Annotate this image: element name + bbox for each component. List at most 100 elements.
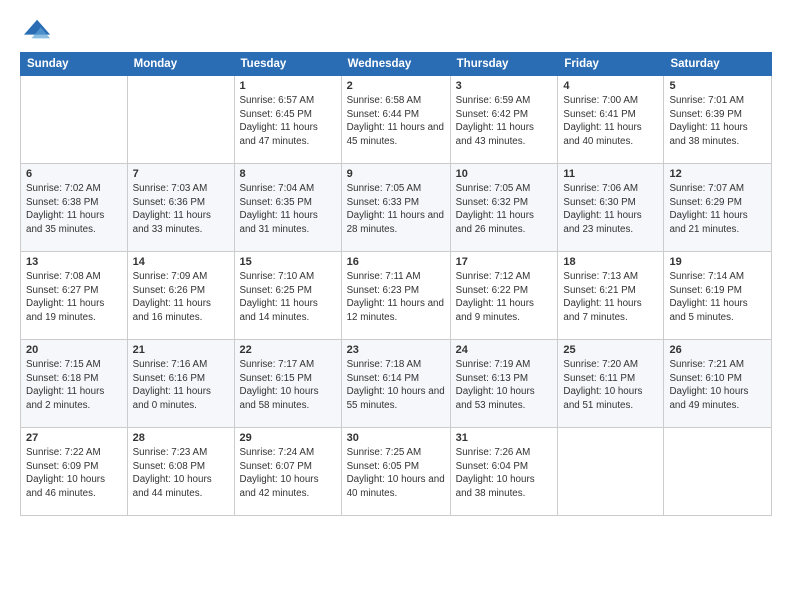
week-row-4: 20Sunrise: 7:15 AMSunset: 6:18 PMDayligh… (21, 340, 772, 428)
day-info: Sunrise: 7:02 AMSunset: 6:38 PMDaylight:… (26, 182, 122, 237)
day-cell: 19 Sunrise: 7:14 AMSunset: 6:19 PMDayligh… (664, 252, 772, 340)
day-cell: 25Sunrise: 7:20 AMSunset: 6:11 PMDayligh… (558, 340, 664, 428)
day-number: 8 (240, 168, 336, 180)
page: SundayMondayTuesdayWednesdayThursdayFrid… (0, 0, 792, 612)
weekday-header-thursday: Thursday (450, 53, 558, 76)
day-cell: 6 Sunrise: 7:02 AMSunset: 6:38 PMDaylight… (21, 164, 128, 252)
day-cell (21, 76, 128, 164)
day-number: 22 (240, 344, 336, 356)
day-cell (127, 76, 234, 164)
week-row-3: 13 Sunrise: 7:08 AMSunset: 6:27 PMDayligh… (21, 252, 772, 340)
day-number: 24 (456, 344, 553, 356)
day-info: Sunrise: 7:10 AMSunset: 6:25 PMDaylight:… (240, 270, 336, 325)
day-info: Sunrise: 6:59 AMSunset: 6:42 PMDaylight:… (456, 94, 553, 149)
day-number: 14 (133, 256, 229, 268)
day-cell: 14 Sunrise: 7:09 AMSunset: 6:26 PMDayligh… (127, 252, 234, 340)
day-cell: 29Sunrise: 7:24 AMSunset: 6:07 PMDayligh… (234, 428, 341, 516)
day-cell: 18 Sunrise: 7:13 AMSunset: 6:21 PMDayligh… (558, 252, 664, 340)
day-number: 4 (563, 80, 658, 92)
day-number: 21 (133, 344, 229, 356)
day-cell: 20Sunrise: 7:15 AMSunset: 6:18 PMDayligh… (21, 340, 128, 428)
day-cell: 9 Sunrise: 7:05 AMSunset: 6:33 PMDaylight… (341, 164, 450, 252)
day-info: Sunrise: 7:23 AMSunset: 6:08 PMDaylight:… (133, 446, 229, 501)
day-info: Sunrise: 7:16 AMSunset: 6:16 PMDaylight:… (133, 358, 229, 413)
week-row-1: 1 Sunrise: 6:57 AMSunset: 6:45 PMDaylight… (21, 76, 772, 164)
weekday-header-tuesday: Tuesday (234, 53, 341, 76)
day-info: Sunrise: 7:03 AMSunset: 6:36 PMDaylight:… (133, 182, 229, 237)
day-cell: 7 Sunrise: 7:03 AMSunset: 6:36 PMDaylight… (127, 164, 234, 252)
weekday-header-row: SundayMondayTuesdayWednesdayThursdayFrid… (21, 53, 772, 76)
day-number: 19 (669, 256, 766, 268)
day-cell: 12 Sunrise: 7:07 AMSunset: 6:29 PMDayligh… (664, 164, 772, 252)
logo-icon (24, 16, 52, 44)
day-info: Sunrise: 7:01 AMSunset: 6:39 PMDaylight:… (669, 94, 766, 149)
day-info: Sunrise: 7:09 AMSunset: 6:26 PMDaylight:… (133, 270, 229, 325)
day-info: Sunrise: 7:19 AMSunset: 6:13 PMDaylight:… (456, 358, 553, 413)
day-info: Sunrise: 7:18 AMSunset: 6:14 PMDaylight:… (347, 358, 445, 413)
day-number: 11 (563, 168, 658, 180)
day-number: 15 (240, 256, 336, 268)
weekday-header-friday: Friday (558, 53, 664, 76)
day-number: 5 (669, 80, 766, 92)
day-info: Sunrise: 7:05 AMSunset: 6:32 PMDaylight:… (456, 182, 553, 237)
day-info: Sunrise: 7:25 AMSunset: 6:05 PMDaylight:… (347, 446, 445, 501)
day-number: 28 (133, 432, 229, 444)
logo (20, 16, 52, 44)
day-info: Sunrise: 7:22 AMSunset: 6:09 PMDaylight:… (26, 446, 122, 501)
week-row-2: 6 Sunrise: 7:02 AMSunset: 6:38 PMDaylight… (21, 164, 772, 252)
day-cell: 22 Sunrise: 7:17 AMSunset: 6:15 PMDayligh… (234, 340, 341, 428)
day-number: 29 (240, 432, 336, 444)
header (20, 16, 772, 44)
day-cell: 31 Sunrise: 7:26 AMSunset: 6:04 PMDayligh… (450, 428, 558, 516)
day-cell: 10Sunrise: 7:05 AMSunset: 6:32 PMDayligh… (450, 164, 558, 252)
day-cell: 11 Sunrise: 7:06 AMSunset: 6:30 PMDayligh… (558, 164, 664, 252)
day-cell: 28 Sunrise: 7:23 AMSunset: 6:08 PMDayligh… (127, 428, 234, 516)
day-number: 31 (456, 432, 553, 444)
day-number: 17 (456, 256, 553, 268)
day-info: Sunrise: 6:58 AMSunset: 6:44 PMDaylight:… (347, 94, 445, 149)
day-cell: 16Sunrise: 7:11 AMSunset: 6:23 PMDayligh… (341, 252, 450, 340)
day-number: 7 (133, 168, 229, 180)
day-info: Sunrise: 6:57 AMSunset: 6:45 PMDaylight:… (240, 94, 336, 149)
day-number: 6 (26, 168, 122, 180)
day-cell: 21 Sunrise: 7:16 AMSunset: 6:16 PMDayligh… (127, 340, 234, 428)
day-cell (664, 428, 772, 516)
day-cell: 27 Sunrise: 7:22 AMSunset: 6:09 PMDayligh… (21, 428, 128, 516)
day-number: 27 (26, 432, 122, 444)
week-row-5: 27 Sunrise: 7:22 AMSunset: 6:09 PMDayligh… (21, 428, 772, 516)
day-number: 30 (347, 432, 445, 444)
weekday-header-sunday: Sunday (21, 53, 128, 76)
day-cell: 4 Sunrise: 7:00 AMSunset: 6:41 PMDaylight… (558, 76, 664, 164)
day-number: 13 (26, 256, 122, 268)
day-info: Sunrise: 7:21 AMSunset: 6:10 PMDaylight:… (669, 358, 766, 413)
day-info: Sunrise: 7:06 AMSunset: 6:30 PMDaylight:… (563, 182, 658, 237)
day-cell: 2 Sunrise: 6:58 AMSunset: 6:44 PMDaylight… (341, 76, 450, 164)
day-cell: 5 Sunrise: 7:01 AMSunset: 6:39 PMDaylight… (664, 76, 772, 164)
day-info: Sunrise: 7:12 AMSunset: 6:22 PMDaylight:… (456, 270, 553, 325)
day-number: 2 (347, 80, 445, 92)
day-info: Sunrise: 7:08 AMSunset: 6:27 PMDaylight:… (26, 270, 122, 325)
day-cell: 15 Sunrise: 7:10 AMSunset: 6:25 PMDayligh… (234, 252, 341, 340)
day-number: 12 (669, 168, 766, 180)
day-info: Sunrise: 7:00 AMSunset: 6:41 PMDaylight:… (563, 94, 658, 149)
day-info: Sunrise: 7:07 AMSunset: 6:29 PMDaylight:… (669, 182, 766, 237)
day-number: 18 (563, 256, 658, 268)
calendar: SundayMondayTuesdayWednesdayThursdayFrid… (20, 52, 772, 516)
day-cell: 30 Sunrise: 7:25 AMSunset: 6:05 PMDayligh… (341, 428, 450, 516)
day-info: Sunrise: 7:05 AMSunset: 6:33 PMDaylight:… (347, 182, 445, 237)
day-cell (558, 428, 664, 516)
day-number: 20 (26, 344, 122, 356)
day-info: Sunrise: 7:14 AMSunset: 6:19 PMDaylight:… (669, 270, 766, 325)
day-number: 9 (347, 168, 445, 180)
day-cell: 3Sunrise: 6:59 AMSunset: 6:42 PMDaylight… (450, 76, 558, 164)
day-cell: 24 Sunrise: 7:19 AMSunset: 6:13 PMDayligh… (450, 340, 558, 428)
day-info: Sunrise: 7:04 AMSunset: 6:35 PMDaylight:… (240, 182, 336, 237)
day-info: Sunrise: 7:11 AMSunset: 6:23 PMDaylight:… (347, 270, 445, 325)
day-cell: 1 Sunrise: 6:57 AMSunset: 6:45 PMDaylight… (234, 76, 341, 164)
day-info: Sunrise: 7:13 AMSunset: 6:21 PMDaylight:… (563, 270, 658, 325)
day-info: Sunrise: 7:26 AMSunset: 6:04 PMDaylight:… (456, 446, 553, 501)
day-cell: 8 Sunrise: 7:04 AMSunset: 6:35 PMDaylight… (234, 164, 341, 252)
day-number: 1 (240, 80, 336, 92)
day-info: Sunrise: 7:17 AMSunset: 6:15 PMDaylight:… (240, 358, 336, 413)
day-cell: 23Sunrise: 7:18 AMSunset: 6:14 PMDayligh… (341, 340, 450, 428)
